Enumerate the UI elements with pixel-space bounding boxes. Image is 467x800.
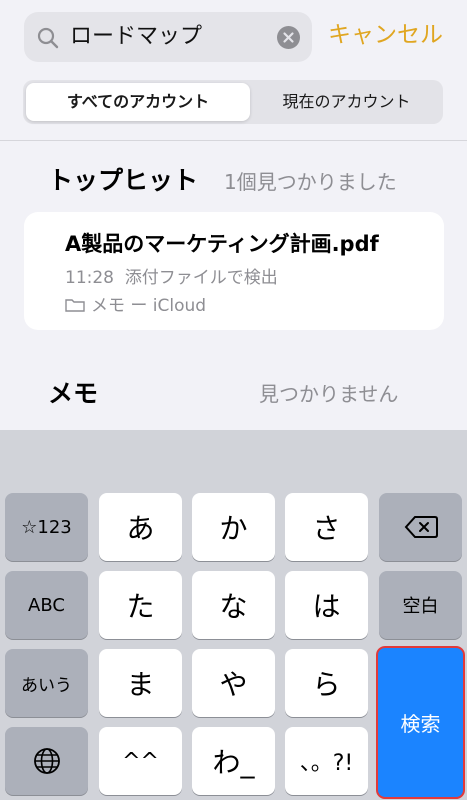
clear-search-icon[interactable] bbox=[277, 26, 300, 49]
kana-key-ya[interactable]: や bbox=[192, 649, 275, 717]
search-key[interactable]: 検索 bbox=[376, 646, 465, 799]
japanese-kana-keyboard: ☆123 あ か さ ABC た な は 空白 あいう ま や ら 検索 ^^ … bbox=[0, 430, 467, 800]
search-result-card[interactable]: A製品のマーケティング計画.pdf 11:28 添付ファイルで検出 メモ ー i… bbox=[24, 212, 444, 330]
result-subtitle: 11:28 添付ファイルで検出 bbox=[65, 263, 278, 288]
kana-key-na[interactable]: な bbox=[192, 571, 275, 639]
abc-mode-key[interactable]: ABC bbox=[5, 571, 88, 639]
kana-mode-key[interactable]: あいう bbox=[5, 649, 88, 717]
kana-key-ha[interactable]: は bbox=[285, 571, 368, 639]
search-icon bbox=[36, 26, 60, 50]
search-input[interactable]: ロードマップ bbox=[70, 23, 202, 51]
kana-key-ma[interactable]: ま bbox=[99, 649, 182, 717]
backspace-icon bbox=[404, 515, 438, 539]
result-time: 11:28 bbox=[65, 268, 114, 288]
space-key[interactable]: 空白 bbox=[379, 571, 462, 639]
top-hits-heading: トップヒット bbox=[48, 166, 199, 195]
cancel-button[interactable]: キャンセル bbox=[328, 19, 443, 51]
search-field[interactable]: ロードマップ bbox=[24, 12, 312, 62]
result-location-label: メモ ー iCloud bbox=[91, 296, 207, 316]
notes-heading: メモ bbox=[48, 379, 99, 408]
search-bar-row: ロードマップ キャンセル bbox=[0, 0, 467, 70]
top-hits-count: 1個見つかりました bbox=[224, 170, 397, 194]
segment-all-accounts[interactable]: すべてのアカウント bbox=[26, 83, 250, 121]
folder-icon bbox=[65, 297, 85, 312]
kana-key-a[interactable]: あ bbox=[99, 493, 182, 561]
account-scope-segmented-control: すべてのアカウント 現在のアカウント bbox=[23, 80, 443, 124]
punctuation-key[interactable]: 、。?! bbox=[285, 727, 368, 795]
numbers-mode-key[interactable]: ☆123 bbox=[5, 493, 88, 561]
globe-icon bbox=[32, 746, 62, 776]
kana-key-ra[interactable]: ら bbox=[285, 649, 368, 717]
dakuten-key[interactable]: ^^ bbox=[99, 727, 182, 795]
segment-current-account[interactable]: 現在のアカウント bbox=[253, 83, 440, 121]
delete-key[interactable] bbox=[379, 493, 462, 561]
kana-key-wa[interactable]: わ_ bbox=[192, 727, 275, 795]
result-detail: 添付ファイルで検出 bbox=[124, 268, 278, 288]
divider bbox=[0, 140, 467, 141]
result-location: メモ ー iCloud bbox=[65, 291, 206, 316]
kana-key-sa[interactable]: さ bbox=[285, 493, 368, 561]
kana-key-ta[interactable]: た bbox=[99, 571, 182, 639]
result-title: A製品のマーケティング計画.pdf bbox=[65, 232, 379, 256]
notes-status: 見つかりません bbox=[259, 382, 399, 406]
kana-key-ka[interactable]: か bbox=[192, 493, 275, 561]
globe-key[interactable] bbox=[5, 727, 88, 795]
